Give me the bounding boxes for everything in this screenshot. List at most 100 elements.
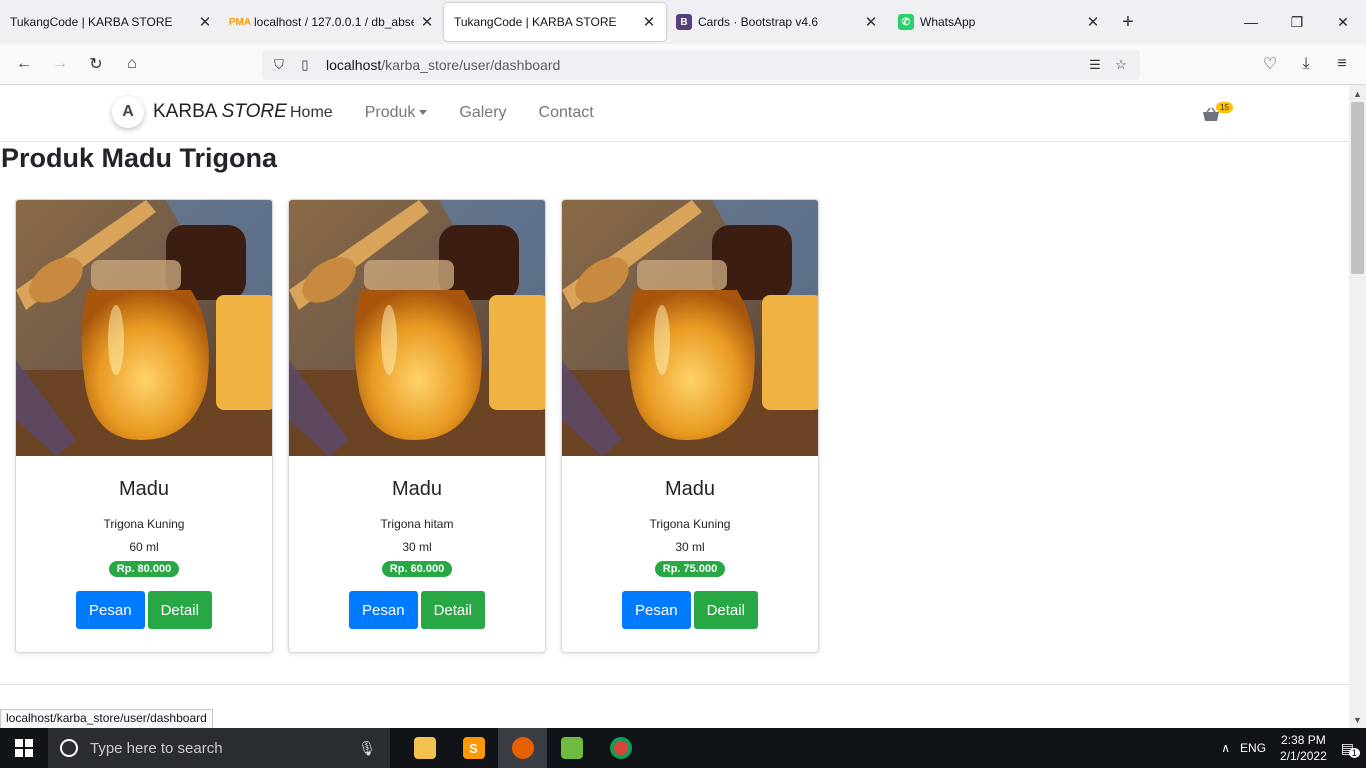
detail-button[interactable]: Detail: [147, 591, 212, 629]
notification-icon[interactable]: ▤ 1: [1341, 740, 1360, 758]
notification-count: 1: [1348, 747, 1360, 758]
product-card-list: Madu Trigona Kuning 60 ml Rp. 80.000 Pes…: [15, 199, 819, 653]
reader-view-icon[interactable]: ☰: [1082, 52, 1108, 78]
windows-start-button[interactable]: [0, 728, 48, 768]
page-title: Produk Madu Trigona: [1, 143, 278, 173]
product-variant: Trigona Kuning: [649, 517, 731, 531]
nav-home[interactable]: Home: [290, 104, 333, 122]
product-name: Madu: [118, 478, 170, 500]
price-badge: Rp. 75.000: [654, 561, 726, 577]
site-brand[interactable]: A KARBA STORE: [112, 96, 287, 128]
url-host: localhost: [326, 57, 382, 73]
close-icon[interactable]: ✕: [198, 13, 212, 31]
product-card: Madu Trigona Kuning 30 ml Rp. 75.000 Pes…: [561, 199, 819, 653]
tab-whatsapp[interactable]: ✆ WhatsApp ✕: [888, 3, 1110, 41]
back-icon[interactable]: ←: [6, 46, 42, 82]
brand-logo: A: [112, 96, 144, 128]
leaf-app-icon: [560, 737, 583, 759]
language-indicator[interactable]: ENG: [1240, 741, 1266, 755]
new-tab-button[interactable]: +: [1110, 3, 1146, 41]
bookmark-star-icon[interactable]: ☆: [1108, 52, 1134, 78]
taskbar-file-explorer[interactable]: [400, 728, 449, 768]
price-badge: Rp. 60.000: [381, 561, 453, 577]
browser-tab-strip: TukangCode | KARBA STORE ✕ PMA localhost…: [0, 0, 1366, 44]
cortana-icon: [60, 739, 78, 757]
footer-divider: [0, 684, 1349, 685]
shield-icon[interactable]: ⛉: [266, 52, 292, 78]
product-name: Madu: [391, 478, 443, 500]
scroll-down-icon[interactable]: ▼: [1349, 711, 1366, 728]
nav-galery[interactable]: Galery: [459, 104, 506, 122]
logo-letter: A: [122, 103, 134, 120]
clock-time: 2:38 PM: [1281, 733, 1326, 747]
tab-title: WhatsApp: [920, 15, 976, 29]
search-placeholder: Type here to search: [90, 739, 223, 757]
nav-contact[interactable]: Contact: [539, 104, 594, 122]
home-icon[interactable]: ⌂: [114, 46, 150, 82]
window-controls: — ❐ ✕: [1228, 0, 1366, 44]
order-button[interactable]: Pesan: [622, 591, 691, 629]
tab-karba-store-active[interactable]: TukangCode | KARBA STORE ✕: [444, 3, 666, 41]
detail-button[interactable]: Detail: [693, 591, 758, 629]
browser-toolbar: ← → ↻ ⌂ ⛉ ▯ localhost/karba_store/user/d…: [0, 44, 1366, 85]
forward-icon[interactable]: →: [42, 46, 78, 82]
product-image[interactable]: [562, 200, 818, 456]
detail-button[interactable]: Detail: [420, 591, 485, 629]
product-image[interactable]: [16, 200, 272, 456]
system-tray: ∧ ENG 2:38 PM 2/1/2022 ▤ 1: [1221, 728, 1366, 768]
honey-jar-image: [562, 200, 818, 456]
taskbar-firefox[interactable]: [498, 728, 547, 768]
page-icon: ▯: [301, 57, 309, 72]
honey-jar-image: [289, 200, 545, 456]
close-icon[interactable]: ✕: [642, 13, 656, 31]
chevron-up-icon[interactable]: ∧: [1221, 741, 1230, 755]
close-icon[interactable]: ✕: [420, 13, 434, 31]
folder-icon: [413, 737, 436, 759]
phpmyadmin-icon: PMA: [228, 16, 252, 28]
honey-jar-image: [16, 200, 272, 456]
product-size: 30 ml: [675, 540, 705, 554]
taskbar-chrome[interactable]: [596, 728, 645, 768]
menu-icon[interactable]: ≡: [1324, 46, 1360, 82]
page-scrollbar[interactable]: ▲ ▼: [1349, 85, 1366, 728]
close-window-button[interactable]: ✕: [1320, 0, 1366, 44]
firefox-icon: [511, 737, 534, 759]
restore-button[interactable]: ❐: [1274, 0, 1320, 44]
tab-bootstrap-cards[interactable]: B Cards · Bootstrap v4.6 ✕: [666, 3, 888, 41]
bootstrap-icon: B: [676, 14, 692, 30]
order-button[interactable]: Pesan: [349, 591, 418, 629]
product-card: Madu Trigona Kuning 60 ml Rp. 80.000 Pes…: [15, 199, 273, 653]
url-text[interactable]: localhost/karba_store/user/dashboard: [326, 57, 560, 73]
microphone-icon[interactable]: 🎙: [358, 740, 376, 757]
close-icon[interactable]: ✕: [1086, 13, 1100, 31]
whatsapp-icon: ✆: [898, 14, 914, 30]
order-button[interactable]: Pesan: [76, 591, 145, 629]
site-navbar: A KARBA STORE Home Produk Galery Contact…: [0, 85, 1349, 142]
url-path: /karba_store/user/dashboard: [381, 57, 561, 73]
windows-taskbar: Type here to search 🎙 S ∧ ENG 2:38 PM 2/…: [0, 728, 1366, 768]
download-icon[interactable]: ⤓: [1288, 46, 1324, 82]
link-status-tooltip: localhost/karba_store/user/dashboard: [0, 709, 213, 728]
tab-title: TukangCode | KARBA STORE: [10, 15, 173, 29]
minimize-button[interactable]: —: [1228, 0, 1274, 44]
tab-phpmyadmin[interactable]: PMA localhost / 127.0.0.1 / db_absen ✕: [222, 3, 444, 41]
close-icon[interactable]: ✕: [864, 13, 878, 31]
taskbar-app-green[interactable]: [547, 728, 596, 768]
taskbar-sublime-text[interactable]: S: [449, 728, 498, 768]
scroll-up-icon[interactable]: ▲: [1349, 85, 1366, 102]
tab-title: localhost / 127.0.0.1 / db_absen: [254, 15, 414, 29]
site-nav-links: Home Produk Galery Contact: [290, 104, 626, 122]
nav-produk-dropdown[interactable]: Produk: [365, 104, 428, 122]
tab-title: Cards · Bootstrap v4.6: [698, 15, 819, 29]
scroll-thumb[interactable]: [1351, 102, 1364, 274]
product-image[interactable]: [289, 200, 545, 456]
reload-icon[interactable]: ↻: [78, 46, 114, 82]
address-bar[interactable]: ⛉ ▯ localhost/karba_store/user/dashboard…: [262, 50, 1140, 80]
clock[interactable]: 2:38 PM 2/1/2022: [1280, 732, 1327, 764]
pocket-icon[interactable]: ♡: [1252, 46, 1288, 82]
tab-karba-store-1[interactable]: TukangCode | KARBA STORE ✕: [0, 3, 222, 41]
taskbar-search-box[interactable]: Type here to search 🎙: [48, 728, 390, 768]
product-name: Madu: [664, 478, 716, 500]
cart-button[interactable]: 15: [1202, 102, 1234, 126]
windows-logo-icon: [15, 739, 33, 757]
